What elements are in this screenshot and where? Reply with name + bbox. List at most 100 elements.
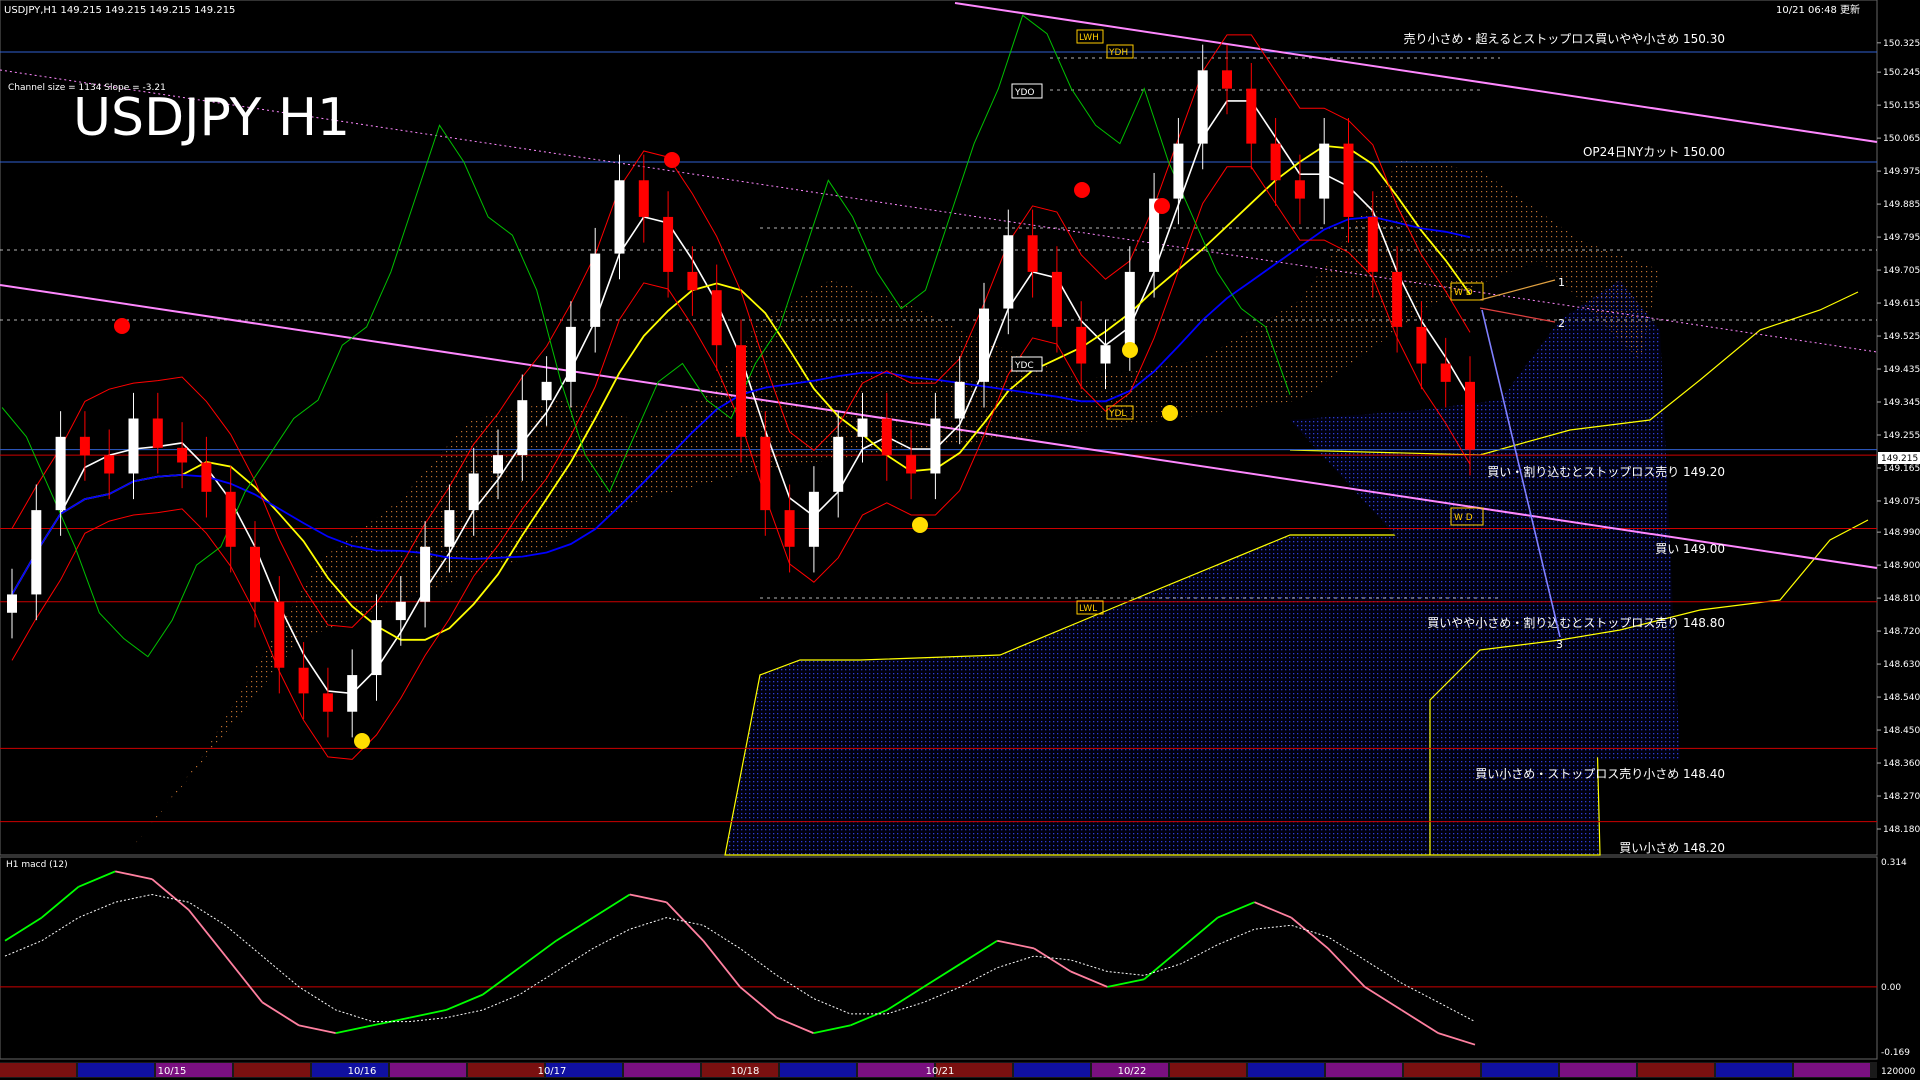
- price-tick-label: 149.885: [1883, 200, 1920, 210]
- fractal-down-marker: [912, 517, 928, 533]
- candle-bear: [104, 455, 115, 474]
- macd-tick-max: 0.314: [1881, 858, 1907, 868]
- price-tick-label: 148.810: [1883, 594, 1920, 604]
- candle-bear: [177, 447, 188, 463]
- price-tick-label: 148.990: [1883, 528, 1920, 538]
- candle-bear: [711, 290, 722, 346]
- date-strip-block: [1716, 1063, 1792, 1077]
- date-strip-block: [1794, 1063, 1870, 1077]
- fractal-down-marker: [1122, 342, 1138, 358]
- projection-label-3: 3: [1556, 638, 1563, 651]
- price-tick-label: 148.360: [1883, 759, 1920, 769]
- ydo-label: YDO: [1014, 88, 1035, 98]
- date-strip-block: [1404, 1063, 1480, 1077]
- price-tick-label: 150.325: [1883, 39, 1920, 49]
- candle-bull: [1003, 235, 1014, 309]
- candle-bear: [274, 601, 285, 668]
- date-strip-block: [858, 1063, 934, 1077]
- level-label-149-20: 買い・割り込むとストップロス売り 149.20: [1487, 464, 1725, 479]
- candle-bear: [784, 510, 795, 547]
- fractal-down-marker: [354, 733, 370, 749]
- price-tick-label: 149.165: [1883, 464, 1920, 474]
- macd-tick-zero: 0.00: [1881, 983, 1901, 993]
- price-tick-label: 149.975: [1883, 167, 1920, 177]
- fractal-up-marker: [1074, 182, 1090, 198]
- big-title: USDJPY H1: [73, 88, 350, 148]
- candle-bear: [663, 216, 674, 272]
- candle-bull: [444, 510, 455, 547]
- candle-bull: [1100, 345, 1111, 364]
- level-label-148-40: 買い小さめ・ストップロス売り小さめ 148.40: [1475, 766, 1725, 781]
- date-strip-block: [78, 1063, 154, 1077]
- date-strip-block: [1482, 1063, 1558, 1077]
- candle-bull: [468, 473, 479, 511]
- date-strip-block: [1560, 1063, 1636, 1077]
- date-strip-block: [624, 1063, 700, 1077]
- lwl-label: LWL: [1079, 604, 1097, 614]
- level-label-150-00: OP24日NYカット 150.00: [1583, 145, 1725, 159]
- candle-bull: [395, 601, 406, 621]
- candle-bull: [517, 400, 528, 456]
- price-tick-label: 148.270: [1883, 792, 1920, 802]
- price-tick-label: 148.630: [1883, 660, 1920, 670]
- price-tick-label: 148.900: [1883, 561, 1920, 571]
- candle-bear: [687, 271, 698, 291]
- candle-bull: [930, 418, 941, 474]
- price-tick-label: 149.615: [1883, 299, 1920, 309]
- candle-bull: [7, 594, 17, 613]
- candle-bull: [833, 436, 844, 492]
- level-label-149-00: 買い 149.00: [1655, 542, 1725, 556]
- candle-bear: [1027, 235, 1038, 272]
- date-strip-block: [390, 1063, 466, 1077]
- macd-pane-frame: [0, 856, 1878, 1060]
- date-strip-block: [1248, 1063, 1324, 1077]
- candle-bull: [55, 436, 66, 511]
- price-tick-label: 150.065: [1883, 134, 1920, 144]
- date-strip-block: [1638, 1063, 1714, 1077]
- date-strip-block: [1326, 1063, 1402, 1077]
- current-price-label: 149.215: [1881, 454, 1918, 464]
- date-label: 10/22: [1118, 1066, 1147, 1077]
- candle-bear: [1416, 326, 1427, 364]
- price-tick-label: 149.705: [1883, 266, 1920, 276]
- date-strip-block: [0, 1063, 76, 1077]
- candle-bull: [979, 308, 989, 382]
- level-label-150-30: 売り小さめ・超えるとストップロス買いやや小さめ 150.30: [1404, 31, 1725, 46]
- candle-bear: [1222, 70, 1232, 89]
- candle-bear: [152, 418, 163, 448]
- candle-bear: [1465, 381, 1475, 450]
- ydl-label: YDL: [1108, 409, 1126, 419]
- candle-bull: [954, 381, 965, 419]
- candle-bear: [298, 667, 309, 694]
- candle-bull: [565, 326, 576, 382]
- candle-bear: [881, 418, 892, 456]
- date-strip-block: [468, 1063, 544, 1077]
- price-chart: USDJPY,H1 149.215 149.215 149.215 149.21…: [0, 0, 1920, 1078]
- candle-bear: [1294, 180, 1305, 199]
- macd-tick-min: -0.169: [1881, 1048, 1910, 1058]
- price-tick-label: 149.345: [1883, 398, 1920, 408]
- date-label: 10/18: [731, 1066, 760, 1077]
- ydc-label: YDC: [1014, 361, 1034, 371]
- candle-bear: [1343, 143, 1354, 217]
- candle-bear: [760, 436, 771, 511]
- level-label-148-20: 買い小さめ 148.20: [1619, 841, 1725, 855]
- candle-bull: [493, 455, 503, 474]
- price-tick-label: 149.255: [1883, 431, 1920, 441]
- candle-bear: [1246, 88, 1257, 144]
- symbol-line: USDJPY,H1 149.215 149.215 149.215 149.21…: [4, 5, 235, 16]
- update-timestamp: 10/21 06:48 更新: [1776, 3, 1860, 16]
- date-label: 10/15: [158, 1066, 187, 1077]
- candle-bear: [1076, 326, 1087, 364]
- candle-bear: [1367, 216, 1378, 272]
- candle-bull: [128, 418, 139, 474]
- wd-top-label: W D: [1454, 288, 1473, 298]
- candle-bull: [614, 180, 625, 254]
- date-strip-block: [1170, 1063, 1246, 1077]
- fractal-up-marker: [664, 152, 680, 168]
- price-tick-label: 148.720: [1883, 627, 1920, 637]
- candle-bear: [736, 345, 746, 437]
- price-tick-label: 150.245: [1883, 68, 1920, 78]
- candle-bear: [1270, 143, 1281, 181]
- date-label: 10/16: [348, 1066, 377, 1077]
